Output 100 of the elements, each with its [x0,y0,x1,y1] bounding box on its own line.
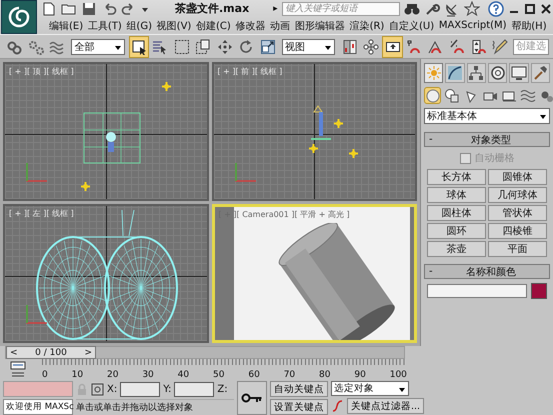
cursor-select-button[interactable] [128,36,150,58]
viewport[interactable]: [ + ][ Camera001 ][ 平滑 + 高光 ] [212,204,417,343]
key-target-dropdown[interactable]: 选定对象 [331,381,409,396]
rotate-icon [238,38,254,54]
waves-icon [520,88,536,104]
primitive-button[interactable]: 长方体 [427,169,486,185]
grid-object-drawing [83,112,143,164]
motion-tab[interactable] [488,63,508,83]
y-coordinate-field[interactable] [174,382,214,396]
save-icon[interactable] [81,0,97,16]
color-swatch[interactable] [531,283,547,299]
named-selection-field[interactable]: 创建选 [513,38,550,54]
object-category-dropdown[interactable]: 标准基本体 [424,108,550,124]
frame-ruler[interactable]: 0 10 20 30 40 50 60 70 80 90 100 [42,359,407,380]
menu-item[interactable]: 组(G) [126,18,152,32]
move-icon [216,38,233,54]
menu-item[interactable]: MAXScript(M) [438,20,507,31]
rollout-header[interactable]: - 名称和颜色 [424,264,550,279]
primitive-button[interactable]: 几何球体 [488,187,547,203]
primitive-button[interactable]: 管状体 [488,205,547,221]
viewport[interactable]: [ + ][ 顶 ][ 线框 ] [3,62,208,201]
new-file-icon[interactable] [41,0,57,16]
maxscript-input-field[interactable] [3,381,73,397]
light-icon [334,119,342,128]
menu-item[interactable]: 修改器 [236,18,266,32]
waves-category-button[interactable] [519,87,536,104]
ruler-label: 40 [178,370,190,380]
scale-icon [260,38,276,54]
ruler-label: 30 [142,370,154,380]
viewport[interactable]: [ + ][ 左 ][ 线框 ] [3,204,208,343]
menu-item[interactable]: 编辑(E) [49,18,84,32]
sphere-category-button[interactable] [424,87,441,104]
motion-icon [490,65,506,81]
rollout-header[interactable]: - 对象类型 [424,132,550,147]
primitive-button[interactable]: 圆锥体 [488,169,547,185]
display-icon [510,65,527,81]
light-icon [348,149,358,158]
unlink-icon [28,38,44,54]
rectangle-select-icon [174,38,190,54]
viewport-label[interactable]: [ + ][ 顶 ][ 线框 ] [9,66,74,77]
frame-counter: 0 / 100 [34,348,68,358]
curve-tab[interactable] [445,63,465,83]
maxscript-output-field[interactable]: 欢迎使用 MAXSc [3,399,73,415]
key-filters-button[interactable]: 关键点过滤器... [347,398,424,414]
file-name: 茶盏文件.max [175,1,250,16]
close-icon[interactable] [540,2,552,14]
transform-mode-icon[interactable] [91,382,104,396]
primitive-button[interactable]: 平面 [488,241,547,257]
ruler-label: 90 [354,370,366,380]
primitive-button[interactable]: 圆环 [427,223,486,239]
search-expand-arrow[interactable]: ▸ [273,4,278,14]
auto-key-button[interactable]: 自动关键点 [270,381,328,397]
pivot-icon [342,38,358,54]
collapse-sign: - [429,134,433,145]
primitive-button[interactable]: 圆柱体 [427,205,486,221]
shapes-icon [444,88,460,104]
help-icon[interactable] [488,0,504,16]
dropdown[interactable]: 视图 [282,38,336,54]
app-logo[interactable] [1,0,37,34]
key-curve-icon[interactable] [331,399,344,413]
menu-item[interactable]: 创建(C) [196,18,231,32]
hierarchy-tab[interactable] [466,63,486,83]
set-key-button[interactable] [237,381,267,415]
search-field[interactable]: 键入关键字或短语 [282,2,400,16]
menu-item[interactable]: 工具(T) [88,18,122,32]
ruler-label: 50 [213,370,224,380]
viewport[interactable]: [ + ][ 前 ][ 线框 ] [212,62,417,201]
next-frame-button[interactable]: > [81,348,95,358]
hammer-tab[interactable] [530,63,550,83]
menu-item[interactable]: 图形编辑器 [294,18,345,32]
display-tab[interactable] [509,63,529,83]
primitive-button[interactable]: 四棱锥 [488,223,547,239]
ruler-label: 0 [42,370,48,380]
menu-item[interactable]: 视图(V) [156,18,192,32]
dropdown[interactable]: 全部 [71,38,125,54]
menu-item[interactable]: 动画 [270,18,290,32]
sun-tab[interactable] [424,63,444,83]
primitive-button[interactable]: 球体 [427,187,486,203]
primitive-button[interactable]: 茶壶 [427,241,486,257]
time-slider-thumb[interactable]: < 0 / 100 > [6,346,96,359]
menu-item[interactable]: 帮助(H) [511,18,547,32]
sun-icon [426,65,442,81]
viewport-label[interactable]: [ + ][ 左 ][ 线框 ] [9,208,74,219]
angle-snap-icon [427,38,444,54]
set-key-mode-button[interactable]: 设置关键点 [270,399,328,415]
x-coordinate-field[interactable] [120,382,160,396]
restore-icon[interactable] [524,2,536,14]
previous-frame-button[interactable]: < [7,348,21,358]
viewport-label[interactable]: [ + ][ 前 ][ 线框 ] [218,66,282,77]
shapes-category-button[interactable] [443,87,460,104]
curve-editor-icon[interactable] [10,361,26,377]
y-label: Y: [163,384,172,394]
rollout-title: 名称和颜色 [464,266,517,278]
ruler-label: 80 [319,370,330,380]
name-field[interactable] [427,284,527,298]
viewport-label[interactable]: [ + ][ Camera001 ][ 平滑 + 高光 ] [218,209,350,220]
star-icon[interactable] [464,0,480,16]
menu-item[interactable]: 自定义(U) [389,18,434,32]
keyboard-toggle-button[interactable] [382,36,403,58]
menu-item[interactable]: 渲染(R) [350,18,384,32]
